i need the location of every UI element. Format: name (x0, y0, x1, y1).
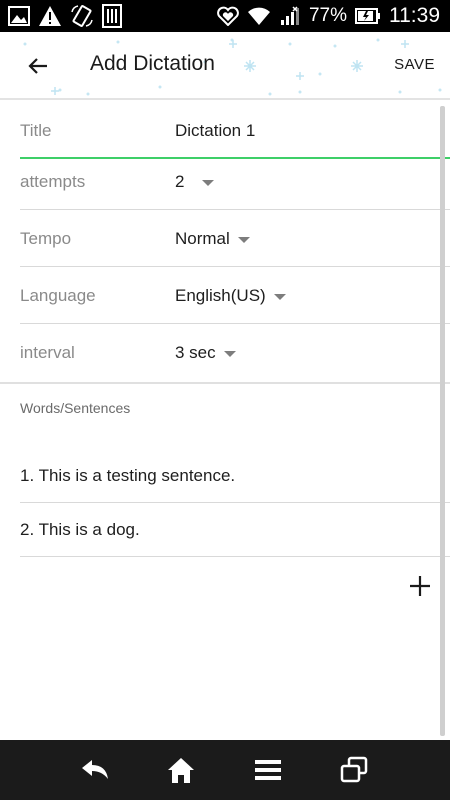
signal-icon (279, 6, 301, 26)
language-row: Language English(US) (20, 267, 450, 324)
list-item[interactable]: 1. This is a testing sentence. (20, 450, 450, 503)
interval-value: 3 sec (175, 342, 216, 362)
nav-back-button[interactable] (79, 754, 111, 786)
chevron-down-icon (273, 294, 286, 300)
app-bar: Add Dictation SAVE (0, 32, 450, 100)
rotate-icon (70, 4, 94, 28)
chevron-down-icon (202, 180, 215, 186)
interval-dropdown[interactable]: 3 sec (175, 324, 236, 381)
nav-home-button[interactable] (165, 754, 197, 786)
menu-icon (255, 760, 281, 780)
interval-row: interval 3 sec (20, 324, 450, 381)
wifi-icon (247, 6, 271, 26)
interval-label: interval (20, 342, 75, 362)
recent-apps-icon (340, 756, 368, 783)
attempts-value: 2 (175, 171, 185, 191)
back-icon (82, 760, 108, 779)
nav-menu-button[interactable] (252, 754, 284, 786)
attempts-row: attempts 2 (20, 153, 450, 210)
home-icon (168, 758, 194, 783)
sim-icon (102, 4, 122, 28)
warning-icon (38, 5, 62, 27)
battery-percent: 77% (308, 5, 347, 26)
page-title: Add Dictation (90, 52, 215, 75)
list-item-text: 2. This is a dog. (20, 520, 140, 539)
language-value: English(US) (175, 285, 266, 305)
save-button[interactable]: SAVE (394, 56, 435, 73)
language-label: Language (20, 285, 96, 305)
title-input[interactable]: Dictation 1 (175, 102, 255, 159)
language-dropdown[interactable]: English(US) (175, 267, 286, 324)
title-value: Dictation 1 (175, 120, 256, 140)
back-arrow-button[interactable] (22, 50, 54, 82)
heart-status-icon (217, 6, 239, 26)
navigation-bar (0, 740, 450, 800)
attempts-dropdown[interactable]: 2 (175, 153, 215, 210)
list-item-text: 1. This is a testing sentence. (20, 466, 236, 485)
plus-icon (410, 576, 430, 596)
status-right-icons: 77% 11:39 (217, 4, 440, 28)
add-sentence-button[interactable] (406, 572, 434, 600)
section-divider (0, 382, 450, 384)
nav-recent-apps-button[interactable] (338, 754, 370, 786)
list-item[interactable]: 2. This is a dog. (20, 504, 450, 557)
dictation-form: Title Dictation 1 attempts 2 Tempo Norma… (0, 102, 450, 740)
image-icon (8, 6, 30, 26)
arrow-left-icon (28, 58, 47, 74)
tempo-label: Tempo (20, 228, 72, 248)
words-section-label: Words/Sentences (20, 400, 131, 416)
title-row[interactable]: Title Dictation 1 (20, 102, 450, 159)
tempo-dropdown[interactable]: Normal (175, 210, 250, 267)
attempts-label: attempts (20, 171, 86, 191)
chevron-down-icon (237, 237, 250, 243)
title-label: Title (20, 120, 52, 140)
tempo-row: Tempo Normal (20, 210, 450, 267)
battery-icon (355, 8, 381, 24)
status-left-icons (8, 4, 122, 28)
chevron-down-icon (223, 351, 236, 357)
status-bar: 77% 11:39 (0, 0, 450, 32)
clock: 11:39 (389, 4, 440, 27)
tempo-value: Normal (175, 228, 230, 248)
scrollbar[interactable] (440, 106, 445, 736)
snowflake-background (23, 38, 442, 96)
